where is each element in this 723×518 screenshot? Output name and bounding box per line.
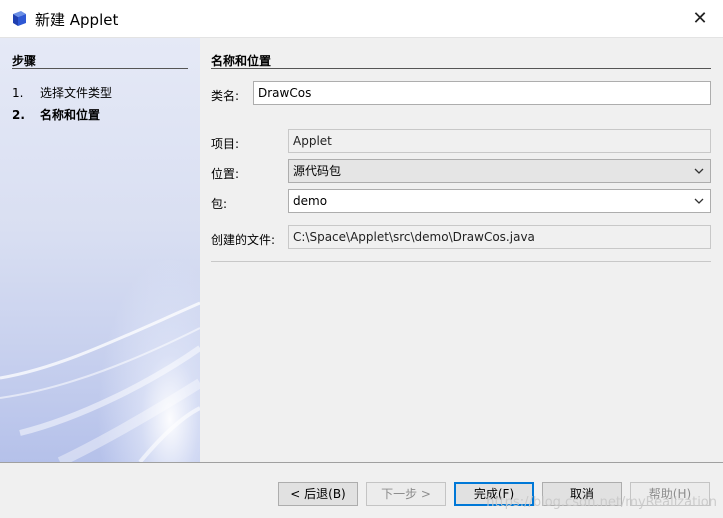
step-number: 2. xyxy=(12,108,25,122)
class-name-input[interactable] xyxy=(253,81,711,105)
chevron-down-icon xyxy=(694,168,704,174)
decorative-swirl xyxy=(0,301,200,462)
chevron-down-icon xyxy=(694,198,704,204)
step-label: 选择文件类型 xyxy=(40,86,113,100)
project-field: Applet xyxy=(288,129,711,153)
close-icon[interactable]: ✕ xyxy=(685,5,715,33)
java-cube-icon xyxy=(13,11,26,26)
location-dropdown[interactable]: 源代码包 xyxy=(288,159,711,183)
step-item-1: 1. 选择文件类型 xyxy=(12,84,112,101)
main-panel: 名称和位置 类名: 项目: Applet 位置: 源代码包 包: demo 创建… xyxy=(200,38,723,462)
steps-panel: 步骤 1. 选择文件类型 2. 名称和位置 xyxy=(0,38,200,462)
back-button[interactable]: < 后退(B) xyxy=(278,482,358,506)
location-value: 源代码包 xyxy=(293,164,342,178)
created-file-field: C:\Space\Applet\src\demo\DrawCos.java xyxy=(288,225,711,249)
class-name-label: 类名: xyxy=(211,89,240,103)
section-divider xyxy=(211,68,711,69)
package-dropdown[interactable]: demo xyxy=(288,189,711,213)
steps-heading: 步骤 xyxy=(12,54,37,68)
steps-divider xyxy=(12,68,188,69)
location-label: 位置: xyxy=(211,167,240,181)
form-divider xyxy=(211,261,711,262)
step-number: 1. xyxy=(12,86,24,100)
button-bar: < 后退(B) 下一步 > 完成(F) 取消 帮助(H) https://blo… xyxy=(0,462,723,518)
package-value: demo xyxy=(293,194,328,208)
package-label: 包: xyxy=(211,197,228,211)
watermark: https://blog.csdn.net/myRealization xyxy=(486,495,717,510)
title-bar: 新建 Applet ✕ xyxy=(0,0,723,38)
project-label: 项目: xyxy=(211,137,240,151)
window-title: 新建 Applet xyxy=(35,11,119,29)
next-button[interactable]: 下一步 > xyxy=(366,482,446,506)
created-file-label: 创建的文件: xyxy=(211,233,276,247)
step-item-2: 2. 名称和位置 xyxy=(12,106,100,123)
step-label: 名称和位置 xyxy=(40,108,101,122)
section-title: 名称和位置 xyxy=(211,54,272,68)
